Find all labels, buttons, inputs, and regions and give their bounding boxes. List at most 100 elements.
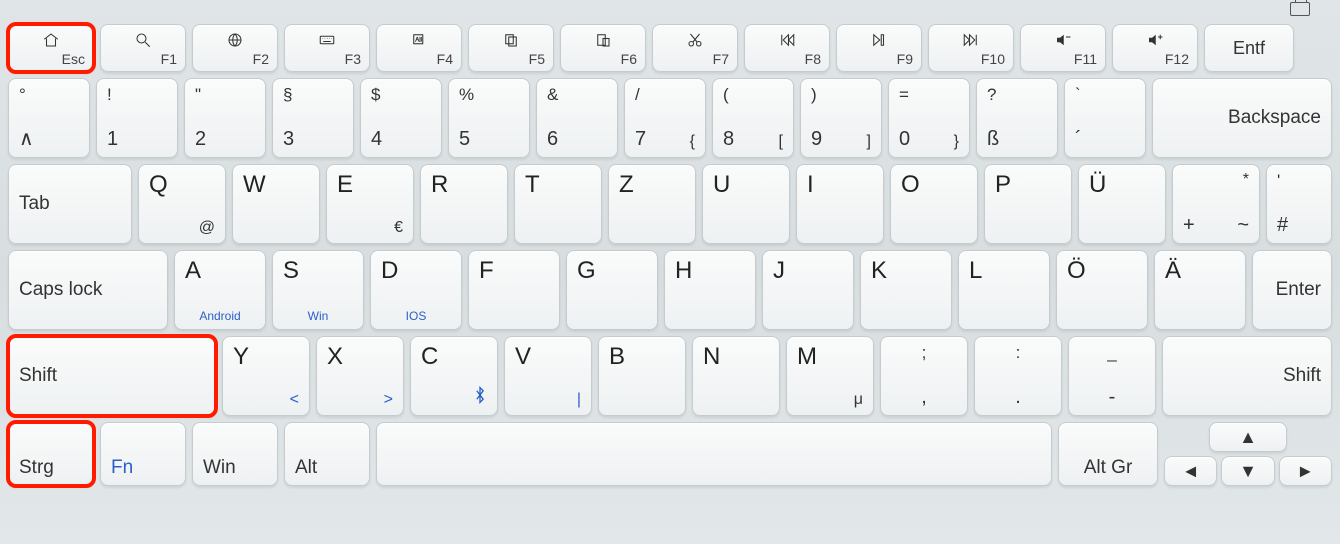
key-t[interactable]: T bbox=[514, 164, 602, 244]
key-period[interactable]: : . bbox=[974, 336, 1062, 416]
key-arrow-left[interactable]: ◄ bbox=[1164, 456, 1217, 486]
key-h[interactable]: H bbox=[664, 250, 756, 330]
key-y[interactable]: Y < bbox=[222, 336, 310, 416]
key-f6[interactable]: F6 bbox=[560, 24, 646, 72]
key-space[interactable] bbox=[376, 422, 1052, 486]
key-r[interactable]: R bbox=[420, 164, 508, 244]
key-1[interactable]: ! 1 bbox=[96, 78, 178, 158]
key-9[interactable]: ) 9] bbox=[800, 78, 882, 158]
shift-row: Shift Y < X > C V | B N M μ ; , bbox=[8, 336, 1332, 416]
key-z[interactable]: Z bbox=[608, 164, 696, 244]
globe-icon bbox=[199, 29, 271, 51]
key-f5[interactable]: F5 bbox=[468, 24, 554, 72]
key-g[interactable]: G bbox=[566, 250, 658, 330]
key-f4[interactable]: All F4 bbox=[376, 24, 462, 72]
key-top: ( bbox=[723, 85, 783, 105]
key-f1[interactable]: F1 bbox=[100, 24, 186, 72]
key-s[interactable]: S Win bbox=[272, 250, 364, 330]
key-n[interactable]: N bbox=[692, 336, 780, 416]
key-f3[interactable]: F3 bbox=[284, 24, 370, 72]
key-l[interactable]: L bbox=[958, 250, 1050, 330]
key-letter: S bbox=[283, 257, 353, 285]
key-accent[interactable]: ` ´ bbox=[1064, 78, 1146, 158]
key-arrow-up[interactable]: ▲ bbox=[1209, 422, 1287, 452]
key-a[interactable]: A Android bbox=[174, 250, 266, 330]
key-plus[interactable]: * +~ bbox=[1172, 164, 1260, 244]
key-right-shift[interactable]: Shift bbox=[1162, 336, 1332, 416]
key-6[interactable]: & 6 bbox=[536, 78, 618, 158]
key-top: ` bbox=[1075, 85, 1135, 105]
key-b[interactable]: B bbox=[598, 336, 686, 416]
key-dash[interactable]: _ - bbox=[1068, 336, 1156, 416]
key-ae[interactable]: Ä bbox=[1154, 250, 1246, 330]
key-f12[interactable]: F12 bbox=[1112, 24, 1198, 72]
key-ue[interactable]: Ü bbox=[1078, 164, 1166, 244]
key-bot: ∧ bbox=[19, 126, 34, 151]
key-bot: ß bbox=[987, 128, 999, 151]
key-0[interactable]: = 0} bbox=[888, 78, 970, 158]
key-f2[interactable]: F2 bbox=[192, 24, 278, 72]
key-f8[interactable]: F8 bbox=[744, 24, 830, 72]
key-eszett[interactable]: ? ß bbox=[976, 78, 1058, 158]
key-letter: L bbox=[969, 257, 1039, 285]
key-q[interactable]: Q @ bbox=[138, 164, 226, 244]
key-bot: 1 bbox=[107, 128, 118, 151]
key-esc[interactable]: Esc bbox=[8, 24, 94, 72]
key-alt[interactable]: Alt bbox=[284, 422, 370, 486]
key-left-shift[interactable]: Shift bbox=[8, 336, 216, 416]
key-enter[interactable]: Enter bbox=[1252, 250, 1332, 330]
key-u[interactable]: U bbox=[702, 164, 790, 244]
key-j[interactable]: J bbox=[762, 250, 854, 330]
key-8[interactable]: ( 8[ bbox=[712, 78, 794, 158]
key-arrow-right[interactable]: ► bbox=[1279, 456, 1332, 486]
key-x[interactable]: X > bbox=[316, 336, 404, 416]
key-v[interactable]: V | bbox=[504, 336, 592, 416]
key-c[interactable]: C bbox=[410, 336, 498, 416]
key-e[interactable]: E € bbox=[326, 164, 414, 244]
key-5[interactable]: % 5 bbox=[448, 78, 530, 158]
key-o[interactable]: O bbox=[890, 164, 978, 244]
key-7[interactable]: / 7{ bbox=[624, 78, 706, 158]
key-letter: Ä bbox=[1165, 257, 1235, 285]
key-bot: 4 bbox=[371, 128, 382, 151]
key-f7[interactable]: F7 bbox=[652, 24, 738, 72]
key-2[interactable]: " 2 bbox=[184, 78, 266, 158]
key-3[interactable]: § 3 bbox=[272, 78, 354, 158]
arrow-down-icon: ▼ bbox=[1239, 461, 1257, 482]
key-d[interactable]: D IOS bbox=[370, 250, 462, 330]
key-top: ; bbox=[891, 343, 957, 363]
key-label: F7 bbox=[713, 51, 729, 67]
key-arrow-down[interactable]: ▼ bbox=[1221, 456, 1274, 486]
key-label: Enter bbox=[1263, 257, 1321, 323]
key-label: F3 bbox=[345, 51, 361, 67]
key-letter: F bbox=[479, 257, 549, 285]
key-backspace[interactable]: Backspace bbox=[1152, 78, 1332, 158]
key-win[interactable]: Win bbox=[192, 422, 278, 486]
key-strg[interactable]: Strg bbox=[8, 422, 94, 486]
key-p[interactable]: P bbox=[984, 164, 1072, 244]
key-delete[interactable]: Entf bbox=[1204, 24, 1294, 72]
key-label: Caps lock bbox=[19, 257, 157, 323]
key-hash[interactable]: ' # bbox=[1266, 164, 1332, 244]
key-comma[interactable]: ; , bbox=[880, 336, 968, 416]
key-capslock[interactable]: Caps lock bbox=[8, 250, 168, 330]
key-f9[interactable]: F9 bbox=[836, 24, 922, 72]
key-f[interactable]: F bbox=[468, 250, 560, 330]
key-altgr[interactable]: Alt Gr bbox=[1058, 422, 1158, 486]
key-degree[interactable]: ° ∧ bbox=[8, 78, 90, 158]
key-letter: U bbox=[713, 171, 779, 199]
key-i[interactable]: I bbox=[796, 164, 884, 244]
key-f10[interactable]: F10 bbox=[928, 24, 1014, 72]
key-oe[interactable]: Ö bbox=[1056, 250, 1148, 330]
key-letter: E bbox=[337, 171, 403, 199]
key-bot: 0 bbox=[899, 128, 910, 151]
key-4[interactable]: $ 4 bbox=[360, 78, 442, 158]
key-tab[interactable]: Tab bbox=[8, 164, 132, 244]
key-letter: I bbox=[807, 171, 873, 199]
key-f11[interactable]: F11 bbox=[1020, 24, 1106, 72]
key-m[interactable]: M μ bbox=[786, 336, 874, 416]
qwertz-row: Tab Q @ W E € R T Z U I O P Ü * +~ ' # bbox=[8, 164, 1332, 244]
key-fn[interactable]: Fn bbox=[100, 422, 186, 486]
key-k[interactable]: K bbox=[860, 250, 952, 330]
key-w[interactable]: W bbox=[232, 164, 320, 244]
